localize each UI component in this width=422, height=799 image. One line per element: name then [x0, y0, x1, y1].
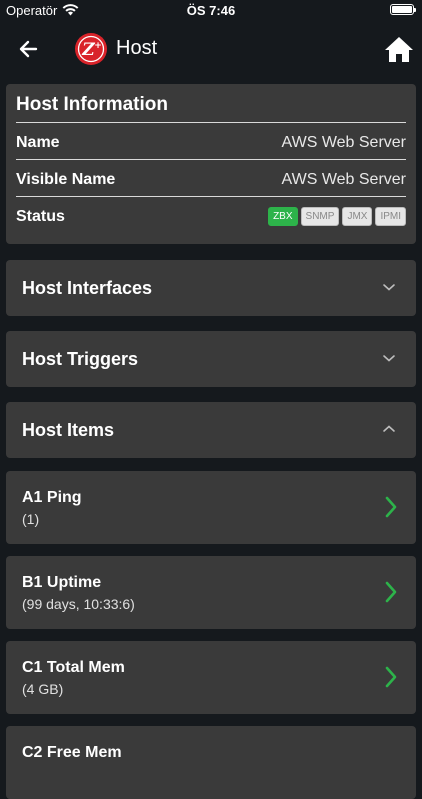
availability-badges: ZBX SNMP JMX IPMI	[268, 207, 406, 226]
item-value: (99 days, 10:33:6)	[22, 596, 135, 612]
chevron-up-icon	[383, 425, 395, 432]
list-item[interactable]: C2 Free Mem	[6, 726, 416, 799]
jmx-badge: JMX	[342, 207, 373, 226]
svg-text:+: +	[94, 41, 102, 51]
chevron-right-icon	[385, 496, 397, 518]
host-interfaces-section[interactable]: Host Interfaces	[6, 260, 416, 316]
name-label: Name	[16, 134, 60, 151]
home-icon[interactable]	[384, 35, 414, 63]
chevron-right-icon	[385, 581, 397, 603]
item-name: A1 Ping	[22, 489, 82, 506]
status-row: Status ZBX SNMP JMX IPMI	[16, 197, 406, 233]
item-value: (1)	[22, 511, 40, 527]
host-triggers-title: Host Triggers	[22, 349, 139, 369]
visible-name-value: AWS Web Server	[281, 171, 406, 188]
svg-text:Z: Z	[81, 40, 95, 60]
visible-name-row: Visible Name AWS Web Server	[16, 160, 406, 197]
host-information-card: Host Information Name AWS Web Server Vis…	[6, 84, 416, 244]
chevron-down-icon	[383, 355, 395, 362]
back-arrow-icon[interactable]	[14, 35, 44, 63]
chevron-right-icon	[385, 666, 397, 688]
host-items-section[interactable]: Host Items	[6, 402, 416, 458]
page-title: Host	[116, 37, 158, 59]
snmp-badge: SNMP	[300, 207, 340, 226]
status-label: Status	[16, 208, 65, 225]
item-name: C1 Total Mem	[22, 659, 125, 676]
host-items-title: Host Items	[22, 420, 115, 440]
status-bar: Operatör ÖS 7:46	[0, 0, 422, 22]
item-value: (4 GB)	[22, 681, 64, 697]
item-name: B1 Uptime	[22, 574, 102, 591]
zabbix-logo: Z +	[75, 33, 107, 65]
item-name: C2 Free Mem	[22, 744, 122, 761]
name-value: AWS Web Server	[281, 134, 406, 151]
ipmi-badge: IPMI	[375, 207, 406, 226]
zbx-badge: ZBX	[268, 207, 298, 226]
navigation-bar: Z + Host	[0, 22, 422, 76]
chevron-down-icon	[383, 284, 395, 291]
host-information-title: Host Information	[16, 84, 406, 123]
clock: ÖS 7:46	[186, 3, 236, 18]
list-item[interactable]: C1 Total Mem (4 GB)	[6, 641, 416, 714]
battery-icon	[390, 4, 416, 15]
list-item[interactable]: B1 Uptime (99 days, 10:33:6)	[6, 556, 416, 629]
list-item[interactable]: A1 Ping (1)	[6, 471, 416, 544]
name-row: Name AWS Web Server	[16, 123, 406, 160]
host-triggers-section[interactable]: Host Triggers	[6, 331, 416, 387]
host-interfaces-title: Host Interfaces	[22, 278, 153, 298]
visible-name-label: Visible Name	[16, 171, 116, 188]
